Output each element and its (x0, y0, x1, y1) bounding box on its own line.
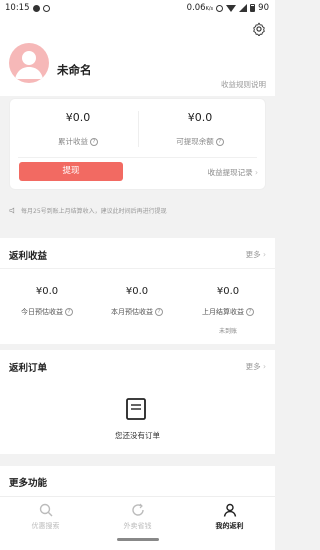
more-functions-section: 更多功能 (0, 466, 275, 496)
chevron-right-icon: › (260, 250, 266, 259)
nickname[interactable]: 未命名 (57, 62, 92, 78)
help-icon[interactable]: ? (246, 308, 254, 316)
last-month-settled: ¥0.0 上月结算收益? 未到账 (183, 286, 273, 335)
user-icon (223, 503, 236, 517)
last-month-label: 上月结算收益 (202, 308, 244, 316)
month-estimated-amount: ¥0.0 (125, 286, 149, 297)
speaker-icon (9, 207, 15, 214)
search-icon (39, 503, 52, 517)
rebate-earnings-section: 返利收益 更多 › ¥0.0 今日预估收益? ¥0.0 本月预估收益? ¥0.0… (0, 238, 275, 344)
gear-icon[interactable] (252, 22, 266, 36)
last-month-amount: ¥0.0 (216, 286, 240, 297)
signal-icon (239, 4, 248, 12)
month-estimated-label: 本月预估收益 (111, 308, 153, 316)
withdraw-button[interactable]: 提现 (19, 162, 123, 181)
orders-more-link[interactable]: 更多 › (246, 361, 266, 372)
refresh-icon (131, 503, 144, 516)
help-icon[interactable]: ? (215, 137, 224, 146)
withdraw-record-label: 收益提现记录 (207, 168, 253, 177)
status-time: 10:15 (5, 3, 30, 13)
not-arrived-label: 未到账 (218, 328, 237, 335)
withdrawable-label: 可提现余额 (176, 137, 214, 146)
help-icon[interactable]: ? (90, 137, 98, 146)
document-icon (126, 398, 146, 420)
earnings-card: ¥0.0 累计收益? ¥0.0 可提现余额? 提现 收益提现记录 › (9, 98, 266, 190)
nav-tab-my-rebate[interactable]: 我的返利 (184, 503, 275, 531)
withdrawable-amount: ¥0.0 (187, 111, 213, 124)
nav-label: 优惠搜索 (31, 522, 60, 530)
withdraw-record-link[interactable]: 收益提现记录 › (208, 167, 258, 178)
chevron-right-icon: › (255, 168, 258, 177)
chevron-right-icon: › (260, 362, 266, 371)
total-earnings: ¥0.0 累计收益? (18, 111, 138, 147)
today-estimated-label: 今日预估收益 (21, 308, 63, 316)
alarm-icon (216, 4, 224, 12)
nav-tab-takeout[interactable]: 外卖省钱 (92, 503, 183, 531)
total-earnings-label: 累计收益 (58, 137, 88, 146)
network-speed: 0.06K/s (186, 3, 214, 13)
divider (138, 111, 139, 147)
battery-icon (250, 4, 256, 12)
notice-text: 每月25号到账上月结算收入，建议此时间后再进行提现 (21, 208, 167, 215)
rebate-orders-section: 返利订单 更多 › 您还没有订单 (0, 350, 275, 454)
today-estimated: ¥0.0 今日预估收益? (2, 286, 92, 317)
divider (0, 268, 275, 269)
earnings-rule-link[interactable]: 收益规则说明 (221, 79, 266, 90)
settlement-notice: 每月25号到账上月结算收入，建议此时间后再进行提现 (9, 206, 167, 215)
help-icon[interactable]: ? (155, 308, 163, 316)
total-earnings-amount: ¥0.0 (65, 111, 91, 124)
wifi-icon (226, 4, 237, 12)
section-title: 返利订单 (9, 363, 48, 374)
help-icon[interactable]: ? (65, 308, 73, 316)
message-icon (32, 4, 40, 12)
nav-tab-search[interactable]: 优惠搜索 (0, 503, 91, 531)
empty-orders-text: 您还没有订单 (115, 431, 160, 440)
withdrawable-balance: ¥0.0 可提现余额? (140, 111, 260, 147)
section-title: 更多功能 (9, 478, 48, 489)
section-title: 返利收益 (9, 251, 48, 262)
nav-label: 我的返利 (215, 522, 244, 530)
rebate-more-link[interactable]: 更多 › (246, 249, 266, 260)
avatar[interactable] (9, 43, 49, 83)
divider (18, 157, 257, 158)
battery-level: 90 (258, 3, 269, 13)
nav-label: 外卖省钱 (123, 522, 152, 530)
bottom-nav: 优惠搜索 外卖省钱 我的返利 (0, 496, 275, 550)
today-estimated-amount: ¥0.0 (35, 286, 59, 297)
status-bar: 10:15 0.06K/s 90 (0, 0, 275, 16)
month-estimated: ¥0.0 本月预估收益? (92, 286, 182, 317)
home-indicator[interactable] (117, 538, 159, 541)
check-icon (42, 4, 50, 12)
